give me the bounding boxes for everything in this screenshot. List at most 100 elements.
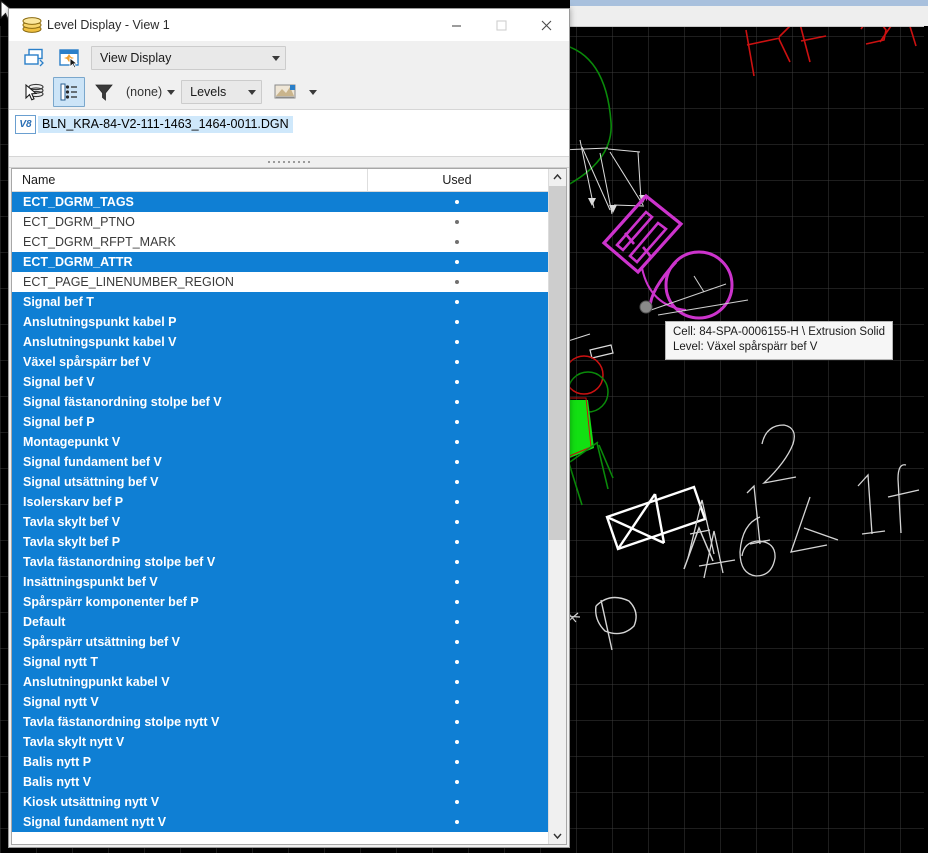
table-row[interactable]: ECT_DGRM_ATTR xyxy=(12,252,566,272)
view-mode-dropdown[interactable]: View Display xyxy=(91,46,286,70)
levels-list-header[interactable]: Name Used xyxy=(12,169,566,192)
dialog-toolbar[interactable]: View Display (none) Levels xyxy=(9,41,569,109)
level-name-cell: Signal utsättning bef V xyxy=(23,475,159,489)
file-list-item[interactable]: V8 BLN_KRA-84-V2-111-1463_1464-0011.DGN xyxy=(9,114,569,134)
view-display-icon[interactable] xyxy=(53,43,85,73)
table-row[interactable]: Tavla fästanordning stolpe nytt V xyxy=(12,712,566,732)
symbology-icon[interactable] xyxy=(269,77,301,107)
table-row[interactable]: ECT_DGRM_PTNO xyxy=(12,212,566,232)
used-dot-icon xyxy=(455,500,459,504)
table-row[interactable]: Tavla skylt nytt V xyxy=(12,732,566,752)
scrollbar-thumb[interactable] xyxy=(549,186,566,540)
level-used-cell xyxy=(368,620,546,624)
level-used-cell xyxy=(368,300,546,304)
table-row[interactable]: Signal fundament bef V xyxy=(12,452,566,472)
used-dot-icon xyxy=(455,360,459,364)
table-row[interactable]: Insättningspunkt bef V xyxy=(12,572,566,592)
file-name-label: BLN_KRA-84-V2-111-1463_1464-0011.DGN xyxy=(38,115,293,133)
table-row[interactable]: Signal fundament nytt V xyxy=(12,812,566,832)
table-row[interactable]: Isolerskarv bef P xyxy=(12,492,566,512)
used-dot-icon xyxy=(455,340,459,344)
level-used-cell xyxy=(368,220,546,224)
table-row[interactable]: Spårspärr komponenter bef P xyxy=(12,592,566,612)
list-type-dropdown[interactable]: Levels xyxy=(181,80,263,104)
minimize-button[interactable] xyxy=(434,9,479,41)
used-dot-icon xyxy=(455,440,459,444)
filter-value-label[interactable]: (none) xyxy=(126,85,162,99)
table-row[interactable]: Balis nytt P xyxy=(12,752,566,772)
level-name-cell: Signal bef P xyxy=(23,415,95,429)
table-row[interactable]: Anslutningspunkt kabel P xyxy=(12,312,566,332)
window-controls[interactable] xyxy=(434,9,569,41)
file-list-panel[interactable]: V8 BLN_KRA-84-V2-111-1463_1464-0011.DGN xyxy=(9,109,569,157)
table-row[interactable]: ECT_DGRM_RFPT_MARK xyxy=(12,232,566,252)
used-dot-icon xyxy=(455,600,459,604)
view-mode-value: View Display xyxy=(100,51,172,65)
used-dot-icon xyxy=(455,380,459,384)
table-row[interactable]: Anslutningpunkt kabel V xyxy=(12,672,566,692)
table-row[interactable]: Default xyxy=(12,612,566,632)
level-display-dialog[interactable]: Level Display - View 1 View Display (non… xyxy=(8,8,570,848)
table-row[interactable]: ECT_DGRM_TAGS xyxy=(12,192,566,212)
table-row[interactable]: Balis nytt V xyxy=(12,772,566,792)
table-row[interactable]: Tavla fästanordning stolpe bef V xyxy=(12,552,566,572)
scrollbar-track[interactable] xyxy=(549,186,566,827)
level-used-cell xyxy=(368,280,546,284)
level-name-cell: Kiosk utsättning nytt V xyxy=(23,795,160,809)
level-used-cell xyxy=(368,320,546,324)
used-dot-icon xyxy=(455,300,459,304)
table-row[interactable]: Kiosk utsättning nytt V xyxy=(12,792,566,812)
used-dot-icon xyxy=(455,420,459,424)
table-row[interactable]: Spårspärr utsättning bef V xyxy=(12,632,566,652)
levels-list[interactable]: Name Used ECT_DGRM_TAGS ECT_DGRM_PTNO ECT_… xyxy=(11,168,567,845)
grip-dots-icon xyxy=(268,161,310,163)
level-used-cell xyxy=(368,200,546,204)
dialog-title-bar[interactable]: Level Display - View 1 xyxy=(9,9,569,41)
table-row[interactable]: ECT_PAGE_LINENUMBER_REGION xyxy=(12,272,566,292)
level-used-cell xyxy=(368,740,546,744)
table-row[interactable]: Tavla skylt bef V xyxy=(12,512,566,532)
table-row[interactable]: Tavla skylt bef P xyxy=(12,532,566,552)
used-dot-icon xyxy=(455,220,459,224)
table-row[interactable]: Signal utsättning bef V xyxy=(12,472,566,492)
used-dot-icon xyxy=(455,560,459,564)
levels-list-rows[interactable]: ECT_DGRM_TAGS ECT_DGRM_PTNO ECT_DGRM_RFPT_… xyxy=(12,192,566,844)
table-row[interactable]: Växel spårspärr bef V xyxy=(12,352,566,372)
toolbar-row-1: View Display xyxy=(9,41,569,75)
pointer-levels-icon[interactable] xyxy=(18,77,50,107)
level-used-cell xyxy=(368,340,546,344)
level-used-cell xyxy=(368,520,546,524)
used-dot-icon xyxy=(455,620,459,624)
symbology-chevron-down-icon[interactable] xyxy=(309,89,318,95)
funnel-icon[interactable] xyxy=(88,77,120,107)
column-header-used[interactable]: Used xyxy=(368,169,546,191)
used-dot-icon xyxy=(455,200,459,204)
level-used-cell xyxy=(368,820,546,824)
v8-file-icon: V8 xyxy=(15,114,36,134)
panel-resize-grip[interactable] xyxy=(9,157,569,168)
maximize-button[interactable] xyxy=(479,9,524,41)
level-name-cell: Anslutningspunkt kabel P xyxy=(23,315,177,329)
level-used-cell xyxy=(368,240,546,244)
used-dot-icon xyxy=(455,580,459,584)
filter-chevron-down-icon[interactable] xyxy=(167,89,176,95)
level-used-cell xyxy=(368,380,546,384)
table-row[interactable]: Signal bef V xyxy=(12,372,566,392)
scroll-down-button[interactable] xyxy=(549,827,566,844)
table-row[interactable]: Anslutningspunkt kabel V xyxy=(12,332,566,352)
close-button[interactable] xyxy=(524,9,569,41)
table-row[interactable]: Signal bef T xyxy=(12,292,566,312)
scroll-up-button[interactable] xyxy=(549,169,566,186)
table-row[interactable]: Signal nytt T xyxy=(12,652,566,672)
level-used-cell xyxy=(368,720,546,724)
table-row[interactable]: Signal bef P xyxy=(12,412,566,432)
column-header-name[interactable]: Name xyxy=(12,169,368,191)
table-row[interactable]: Signal fästanordning stolpe bef V xyxy=(12,392,566,412)
table-row[interactable]: Signal nytt V xyxy=(12,692,566,712)
level-manager-icon[interactable] xyxy=(18,43,50,73)
level-name-cell: Insättningspunkt bef V xyxy=(23,575,158,589)
table-row[interactable]: Montagepunkt V xyxy=(12,432,566,452)
level-name-cell: Signal fästanordning stolpe bef V xyxy=(23,395,222,409)
list-view-icon[interactable] xyxy=(53,77,85,107)
levels-list-scrollbar[interactable] xyxy=(548,169,566,844)
